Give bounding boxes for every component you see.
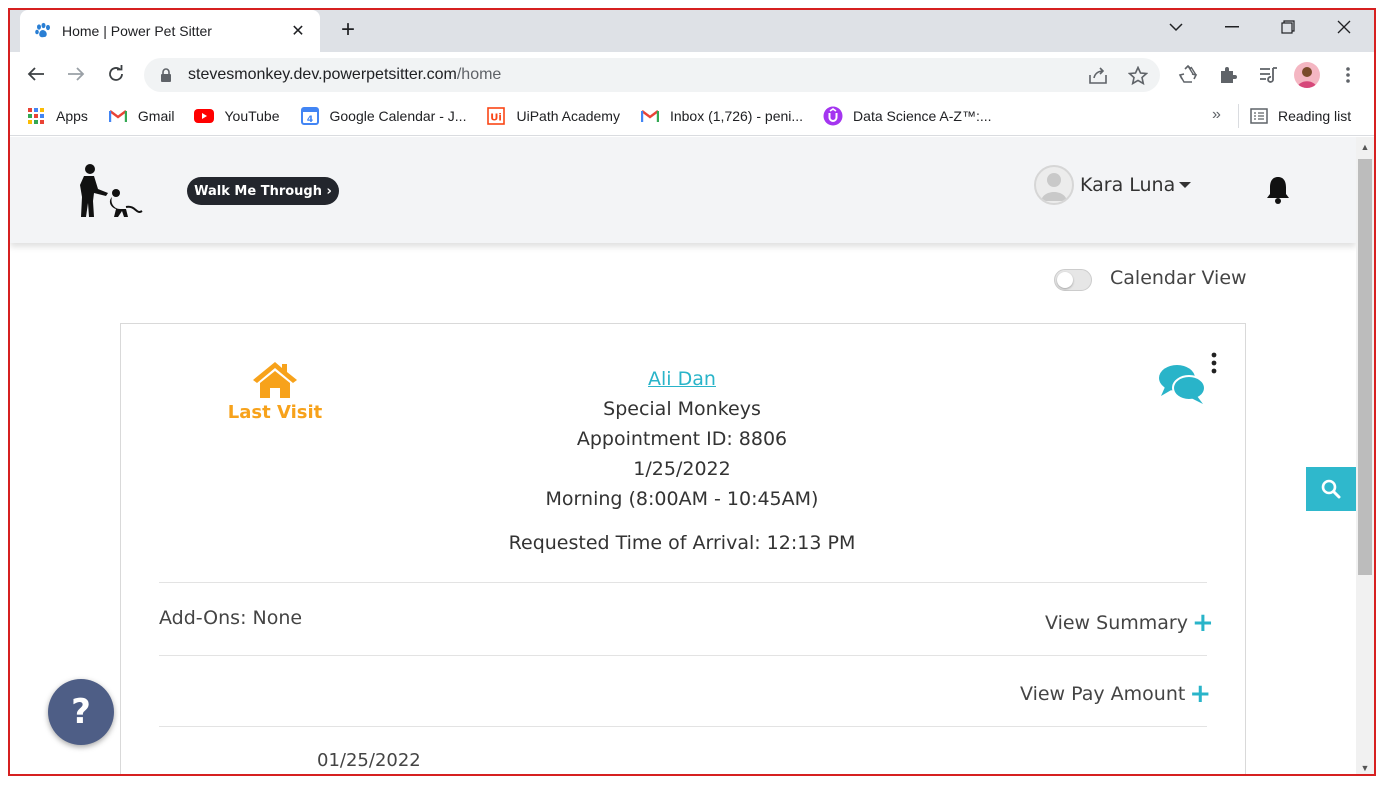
scroll-down-icon[interactable]: ▼ bbox=[1356, 760, 1374, 774]
uipath-icon: Ui bbox=[486, 106, 506, 125]
profile-avatar-icon[interactable] bbox=[1294, 62, 1320, 88]
address-bar[interactable]: stevesmonkey.dev.powerpetsitter.com/home bbox=[144, 58, 1160, 92]
home-icon bbox=[253, 362, 297, 398]
close-window-icon[interactable] bbox=[1316, 10, 1372, 44]
app-header: Walk Me Through › Kara Luna bbox=[10, 137, 1356, 243]
divider bbox=[159, 655, 1207, 656]
bookmark-apps[interactable]: Apps bbox=[26, 107, 88, 125]
recycle-extension-icon[interactable] bbox=[1176, 63, 1200, 87]
bookmark-star-icon[interactable] bbox=[1127, 65, 1149, 87]
toggle-knob bbox=[1057, 272, 1073, 288]
bookmark-inbox[interactable]: Inbox (1,726) - peni... bbox=[640, 107, 803, 125]
view-summary-link[interactable]: View Summary + bbox=[1045, 608, 1214, 638]
walk-me-through-button[interactable]: Walk Me Through › bbox=[187, 177, 339, 205]
appointment-id: Appointment ID: 8806 bbox=[576, 428, 788, 450]
restore-icon[interactable] bbox=[1260, 10, 1316, 44]
browser-toolbar: stevesmonkey.dev.powerpetsitter.com/home bbox=[10, 52, 1374, 96]
last-visit-label: Last Visit bbox=[227, 402, 323, 423]
bookmarks-divider bbox=[1238, 104, 1239, 128]
reading-list-button[interactable]: Reading list bbox=[1250, 96, 1351, 136]
web-page: Walk Me Through › Kara Luna Calendar Vie… bbox=[10, 137, 1356, 774]
svg-text:Ui: Ui bbox=[491, 112, 503, 123]
bookmark-label: UiPath Academy bbox=[516, 107, 620, 124]
appointment-time-window: Morning (8:00AM - 10:45AM) bbox=[545, 488, 819, 510]
more-options-icon[interactable] bbox=[1209, 352, 1219, 374]
divider bbox=[159, 582, 1207, 583]
gmail-icon bbox=[108, 107, 128, 125]
chat-bubbles-icon[interactable] bbox=[1157, 362, 1209, 406]
share-icon[interactable] bbox=[1087, 65, 1109, 87]
browser-menu-icon[interactable] bbox=[1336, 63, 1360, 87]
bookmark-data-science[interactable]: Data Science A-Z™:... bbox=[823, 106, 992, 125]
calendar-view-toggle[interactable] bbox=[1054, 269, 1092, 291]
appointment-card: Last Visit Ali Dan Special Monkeys Appoi… bbox=[120, 323, 1246, 774]
visit-date: 01/25/2022 bbox=[317, 750, 421, 771]
last-visit-badge: Last Visit bbox=[205, 360, 345, 423]
reload-icon[interactable] bbox=[102, 60, 130, 88]
notification-bell-icon[interactable] bbox=[1264, 175, 1292, 205]
youtube-icon bbox=[194, 107, 215, 125]
reading-list-icon bbox=[1250, 108, 1268, 124]
tab-search-icon[interactable] bbox=[1148, 10, 1204, 44]
tab-strip: Home | Power Pet Sitter ✕ + bbox=[10, 10, 1374, 52]
pet-name: Special Monkeys bbox=[603, 398, 761, 420]
plus-icon: + bbox=[1191, 608, 1214, 638]
bookmark-label: Inbox (1,726) - peni... bbox=[669, 107, 804, 124]
tab-title: Home | Power Pet Sitter bbox=[62, 23, 212, 39]
divider bbox=[159, 726, 1207, 727]
search-icon bbox=[1321, 479, 1341, 499]
scrollbar-thumb[interactable] bbox=[1358, 159, 1372, 575]
browser-tab-active[interactable]: Home | Power Pet Sitter ✕ bbox=[20, 10, 320, 52]
forward-icon[interactable] bbox=[62, 60, 90, 88]
back-icon[interactable] bbox=[22, 60, 50, 88]
bookmarks-overflow-icon[interactable]: » bbox=[1212, 106, 1221, 124]
new-tab-button[interactable]: + bbox=[334, 16, 362, 44]
view-pay-amount-link[interactable]: View Pay Amount + bbox=[1020, 679, 1211, 709]
udemy-icon bbox=[823, 106, 843, 125]
bookmarks-bar: Apps Gmail YouTube 4 Google Calendar - J… bbox=[10, 96, 1374, 136]
paw-favicon-icon bbox=[34, 22, 52, 40]
chevron-down-icon bbox=[1179, 182, 1192, 188]
bookmark-label: YouTube bbox=[224, 107, 280, 124]
bookmark-label: Apps bbox=[56, 107, 88, 124]
lock-icon bbox=[160, 68, 176, 82]
user-menu[interactable]: Kara Luna bbox=[1034, 165, 1192, 205]
requested-arrival: Requested Time of Arrival: 12:13 PM bbox=[508, 532, 856, 554]
user-name: Kara Luna bbox=[1080, 174, 1176, 196]
bookmark-google-calendar[interactable]: 4 Google Calendar - J... bbox=[300, 106, 467, 125]
bookmark-youtube[interactable]: YouTube bbox=[194, 107, 280, 125]
pet-sitter-logo-icon[interactable] bbox=[70, 163, 146, 219]
svg-text:4: 4 bbox=[306, 115, 312, 125]
tab-close-icon[interactable]: ✕ bbox=[288, 21, 308, 41]
plus-icon: + bbox=[1189, 679, 1212, 709]
google-calendar-icon: 4 bbox=[300, 106, 320, 125]
appointment-date: 1/25/2022 bbox=[633, 458, 731, 480]
bookmark-uipath[interactable]: Ui UiPath Academy bbox=[486, 106, 620, 125]
help-button[interactable]: ? bbox=[48, 679, 114, 745]
user-avatar-icon bbox=[1034, 165, 1074, 205]
appointment-details: Ali Dan Special Monkeys Appointment ID: … bbox=[451, 364, 913, 514]
media-queue-icon[interactable] bbox=[1256, 63, 1280, 87]
apps-grid-icon bbox=[26, 107, 46, 125]
add-ons: Add-Ons: None bbox=[159, 607, 303, 629]
search-button[interactable] bbox=[1306, 467, 1356, 511]
scroll-up-icon[interactable]: ▲ bbox=[1356, 139, 1374, 155]
url-text: stevesmonkey.dev.powerpetsitter.com/home bbox=[188, 66, 502, 83]
reading-list-label: Reading list bbox=[1278, 108, 1352, 124]
page-scrollbar[interactable]: ▲ ▼ bbox=[1356, 137, 1374, 774]
extensions-puzzle-icon[interactable] bbox=[1216, 63, 1240, 87]
gmail-icon bbox=[640, 107, 660, 125]
bookmark-gmail[interactable]: Gmail bbox=[108, 107, 175, 125]
browser-window: Home | Power Pet Sitter ✕ + stevesmonkey… bbox=[8, 8, 1376, 776]
bookmark-label: Data Science A-Z™:... bbox=[853, 107, 992, 124]
minimize-icon[interactable] bbox=[1204, 10, 1260, 44]
calendar-view-label: Calendar View bbox=[1110, 267, 1247, 289]
bookmark-label: Google Calendar - J... bbox=[329, 107, 467, 124]
client-name-link[interactable]: Ali Dan bbox=[648, 368, 716, 390]
bookmark-label: Gmail bbox=[137, 107, 175, 124]
